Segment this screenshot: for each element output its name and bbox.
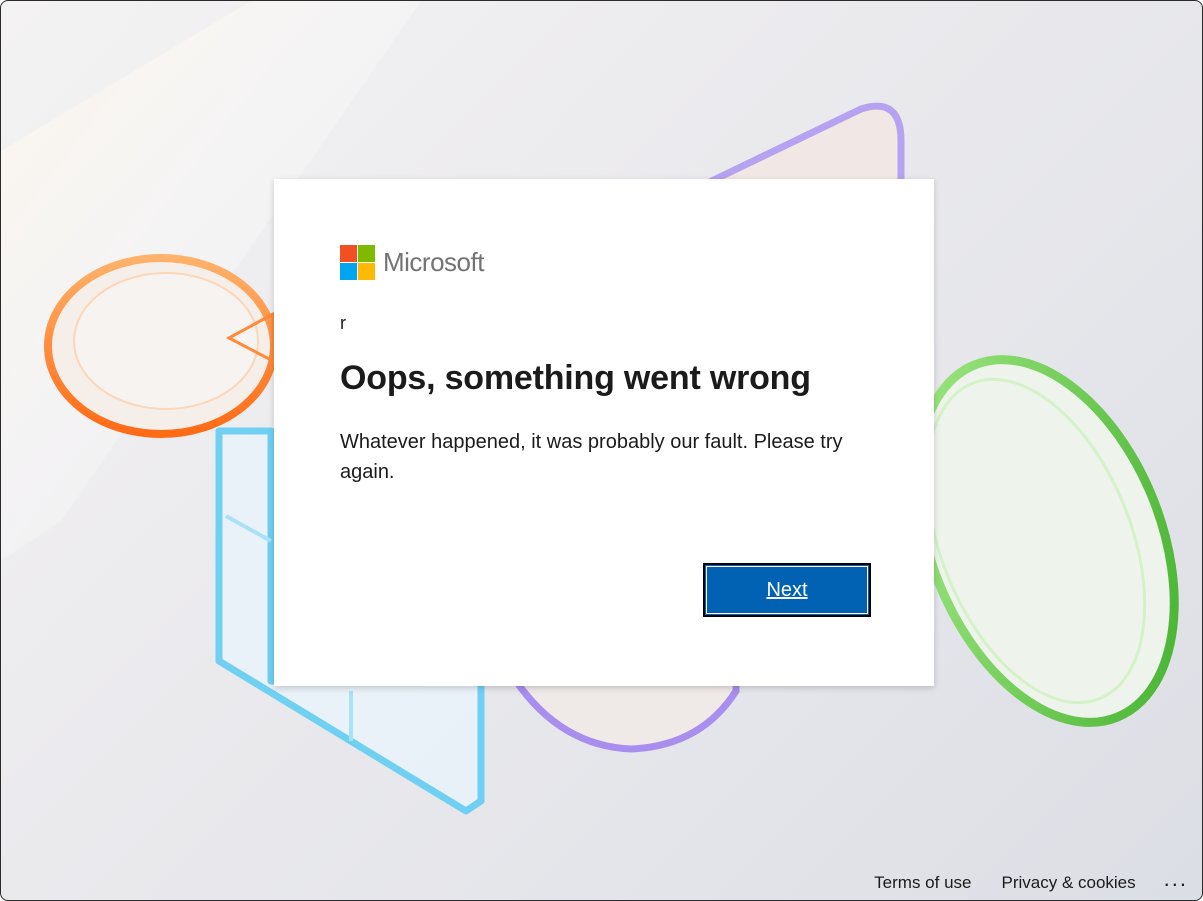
brand-name: Microsoft <box>383 247 484 277</box>
sign-in-window: Microsoft r Oops, something went wrong W… <box>0 0 1203 901</box>
page-title: Oops, something went wrong <box>340 359 811 397</box>
terms-of-use-link[interactable]: Terms of use <box>874 873 971 893</box>
user-identifier: r <box>340 313 346 333</box>
logo-square-blue <box>340 263 357 280</box>
privacy-cookies-link[interactable]: Privacy & cookies <box>1001 873 1135 893</box>
logo-square-red <box>340 245 357 262</box>
logo-square-green <box>358 245 375 262</box>
next-button[interactable]: Next <box>703 563 871 617</box>
error-dialog: Microsoft r Oops, something went wrong W… <box>274 179 934 686</box>
microsoft-logo: Microsoft <box>340 245 484 280</box>
more-options-icon[interactable]: ... <box>1164 868 1188 890</box>
error-message: Whatever happened, it was probably our f… <box>340 431 843 483</box>
windows-logo-icon <box>340 245 375 280</box>
footer: Terms of use Privacy & cookies ... <box>844 868 1188 894</box>
logo-square-yellow <box>358 263 375 280</box>
